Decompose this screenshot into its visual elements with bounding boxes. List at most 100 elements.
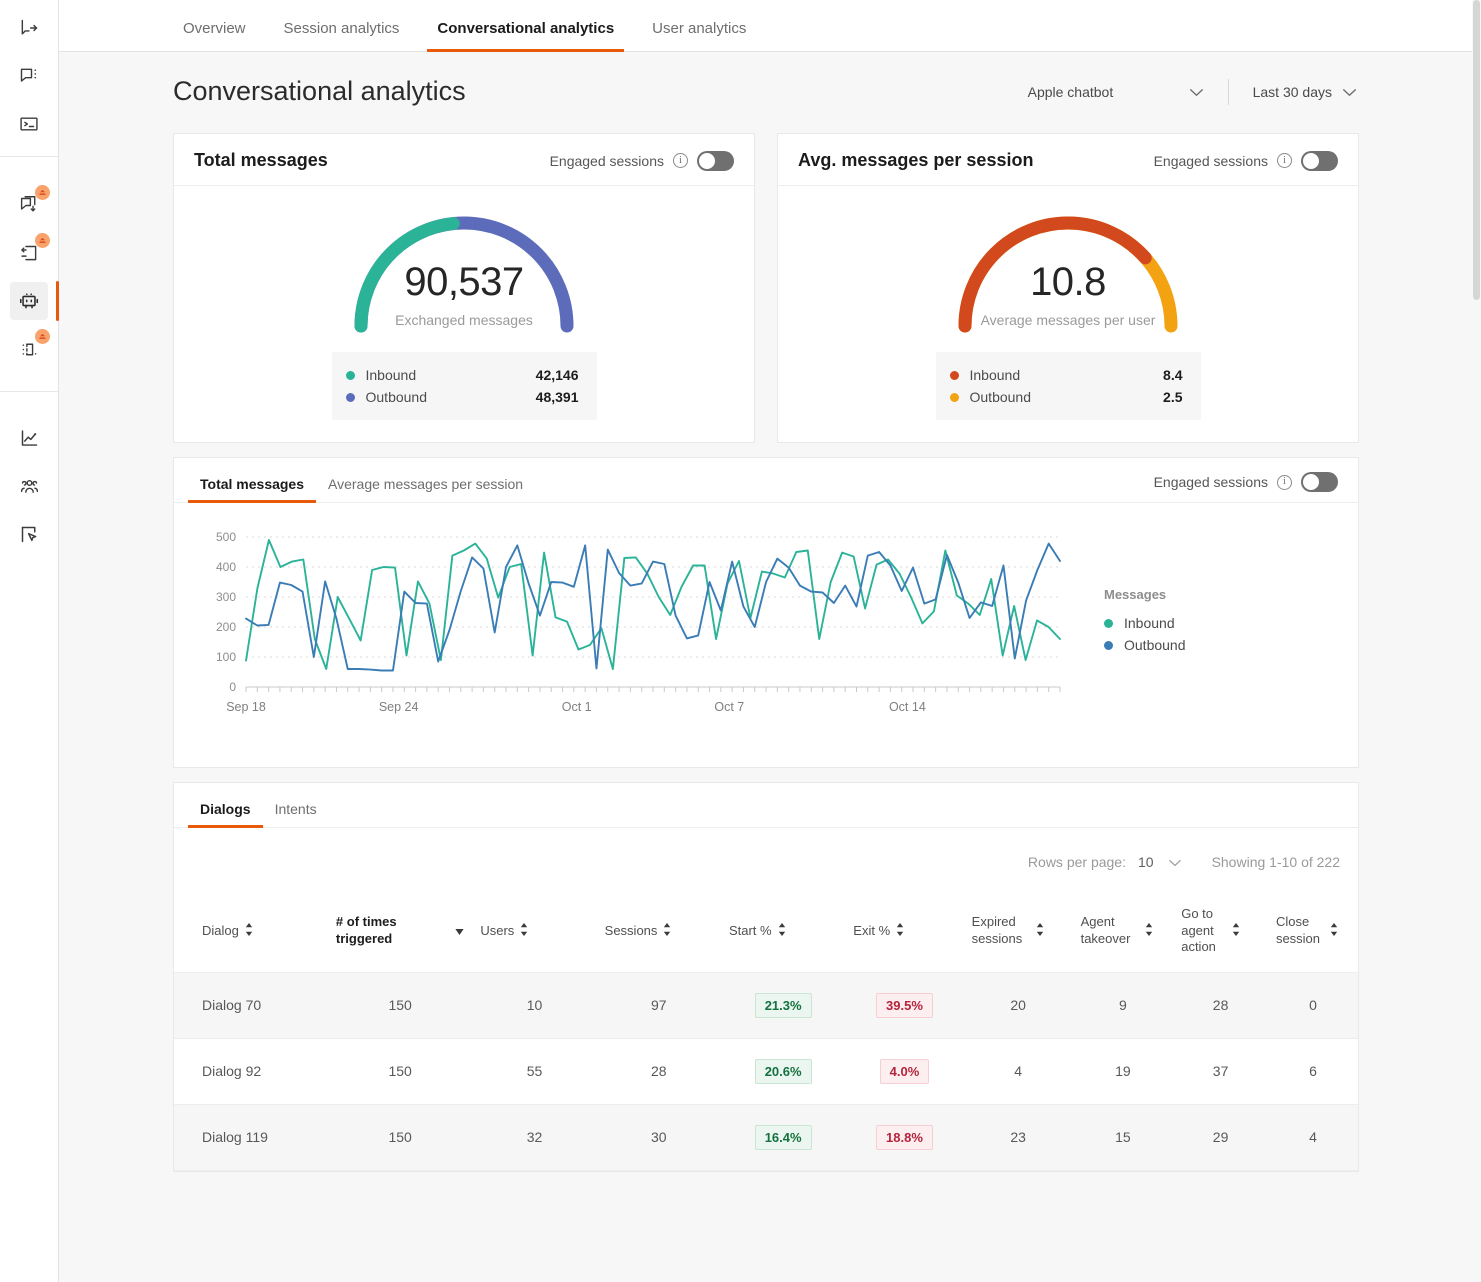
- cell-close-session: 4: [1268, 1104, 1358, 1170]
- legend-value: 2.5: [1163, 389, 1182, 405]
- th-times-triggered[interactable]: # of times triggered: [328, 892, 472, 972]
- cell-times-triggered: 150: [328, 972, 472, 1038]
- cell-start-pct: 16.4%: [721, 1104, 845, 1170]
- svg-text:Oct 1: Oct 1: [562, 700, 592, 714]
- engaged-sessions-toggle[interactable]: [697, 151, 734, 171]
- svg-text:0: 0: [229, 680, 236, 694]
- terminal-icon[interactable]: [10, 105, 48, 143]
- header-divider: [1228, 79, 1229, 105]
- tab-total-messages[interactable]: Total messages: [188, 458, 316, 502]
- engaged-sessions-control: Engaged sessions i: [1154, 151, 1338, 171]
- th-label: Users: [480, 923, 514, 940]
- rows-per-page-value[interactable]: 10: [1138, 854, 1154, 870]
- info-icon[interactable]: i: [1277, 475, 1292, 490]
- legend-item-inbound[interactable]: Inbound: [1104, 612, 1186, 634]
- chevron-down-icon: [1189, 84, 1204, 100]
- gauge-subtitle: Exchanged messages: [339, 312, 589, 328]
- tab-user-analytics[interactable]: User analytics: [642, 20, 756, 51]
- legend-item-outbound[interactable]: Outbound: [1104, 634, 1186, 656]
- sort-updown-icon: [245, 923, 253, 939]
- sort-updown-icon: [1036, 923, 1044, 939]
- entity-import-icon[interactable]: [10, 234, 48, 272]
- card-body: 10.8 Average messages per user Inbound 8…: [778, 186, 1358, 442]
- analytics-chart-icon[interactable]: [10, 419, 48, 457]
- table-tabs: Dialogs Intents: [174, 783, 1358, 828]
- th-start-pct[interactable]: Start %: [721, 892, 845, 972]
- cell-agent-takeover: 15: [1073, 1104, 1174, 1170]
- page-scrollbar[interactable]: [1472, 0, 1481, 1282]
- th-agent-takeover[interactable]: Agent takeover: [1073, 892, 1174, 972]
- cell-users: 55: [472, 1038, 596, 1104]
- svg-text:Sep 18: Sep 18: [226, 700, 266, 714]
- date-range-selector[interactable]: Last 30 days: [1251, 80, 1359, 104]
- cell-exit-pct: 4.0%: [845, 1038, 963, 1104]
- th-label: Dialog: [202, 923, 239, 940]
- legend-value: 42,146: [536, 367, 579, 383]
- left-sidebar: [0, 0, 59, 1282]
- th-sessions[interactable]: Sessions: [597, 892, 721, 972]
- info-icon[interactable]: i: [1277, 153, 1292, 168]
- exit-pct-badge: 18.8%: [876, 1125, 933, 1150]
- legend-label: Inbound: [1124, 615, 1175, 631]
- svg-text:100: 100: [216, 650, 236, 664]
- sort-updown-icon: [520, 923, 528, 939]
- upload-badge-icon: [35, 185, 50, 200]
- legend-label: Inbound: [970, 367, 1164, 383]
- scrollbar-thumb[interactable]: [1473, 0, 1480, 300]
- th-label: Expired sessions: [972, 914, 1030, 947]
- svg-text:Sep 24: Sep 24: [379, 700, 419, 714]
- page-content: Conversational analytics Apple chatbot L…: [59, 52, 1481, 1282]
- node-import-icon[interactable]: [10, 330, 48, 368]
- th-dialog[interactable]: Dialog: [174, 892, 328, 972]
- tab-overview[interactable]: Overview: [173, 20, 256, 51]
- engaged-sessions-control: Engaged sessions i: [1154, 472, 1338, 502]
- th-label: Sessions: [605, 923, 658, 940]
- engaged-sessions-toggle[interactable]: [1301, 151, 1338, 171]
- th-label: Exit %: [853, 923, 890, 940]
- legend-value: 48,391: [536, 389, 579, 405]
- cell-exit-pct: 18.8%: [845, 1104, 963, 1170]
- cell-go-to-agent-action: 28: [1173, 972, 1268, 1038]
- tab-session-analytics[interactable]: Session analytics: [274, 20, 410, 51]
- svg-text:Oct 7: Oct 7: [714, 700, 744, 714]
- legend-item-inbound: Inbound 42,146: [346, 364, 579, 386]
- chart-panel-header: Total messages Average messages per sess…: [174, 458, 1358, 503]
- tab-intents[interactable]: Intents: [263, 783, 329, 827]
- date-range-value: Last 30 days: [1253, 84, 1332, 100]
- engaged-sessions-toggle[interactable]: [1301, 472, 1338, 492]
- tab-conversational-analytics[interactable]: Conversational analytics: [427, 20, 624, 51]
- th-users[interactable]: Users: [472, 892, 596, 972]
- th-close-session[interactable]: Close session: [1268, 892, 1358, 972]
- gauge-value: 90,537: [339, 262, 589, 302]
- table-row[interactable]: Dialog 92 150 55 28 20.6% 4.0% 4 19 37 6: [174, 1038, 1358, 1104]
- line-chart: 0100200300400500Sep 18Sep 24Oct 1Oct 7Oc…: [188, 529, 1068, 749]
- dialogs-import-icon[interactable]: [10, 186, 48, 224]
- table-row[interactable]: Dialog 70 150 10 97 21.3% 39.5% 20 9 28 …: [174, 972, 1358, 1038]
- start-pct-badge: 16.4%: [755, 1125, 812, 1150]
- cell-expired-sessions: 23: [964, 1104, 1073, 1170]
- cell-sessions: 97: [597, 972, 721, 1038]
- th-expired-sessions[interactable]: Expired sessions: [964, 892, 1073, 972]
- chat-options-icon[interactable]: [10, 57, 48, 95]
- share-dialog-icon[interactable]: [10, 9, 48, 47]
- th-go-to-agent-action[interactable]: Go to agent action: [1173, 892, 1268, 972]
- engaged-sessions-control: Engaged sessions i: [550, 151, 734, 171]
- table-row[interactable]: Dialog 119 150 32 30 16.4% 18.8% 23 15 2…: [174, 1104, 1358, 1170]
- tab-average-messages-per-session[interactable]: Average messages per session: [316, 458, 535, 502]
- th-exit-pct[interactable]: Exit %: [845, 892, 963, 972]
- svg-text:300: 300: [216, 590, 236, 604]
- upload-badge-icon: [35, 329, 50, 344]
- users-group-icon[interactable]: [10, 467, 48, 505]
- bot-selector[interactable]: Apple chatbot: [1026, 80, 1206, 104]
- table-pagination: Rows per page: 10 Showing 1-10 of 222: [174, 828, 1358, 892]
- sort-updown-icon: [1145, 923, 1153, 939]
- table-head: Dialog # of times triggered Users: [174, 892, 1358, 972]
- info-icon[interactable]: i: [673, 153, 688, 168]
- tab-dialogs[interactable]: Dialogs: [188, 783, 263, 827]
- chevron-down-icon[interactable]: [1168, 854, 1182, 870]
- sort-down-icon: [455, 923, 464, 938]
- flow-cursor-icon[interactable]: [10, 515, 48, 553]
- cell-dialog: Dialog 119: [174, 1104, 328, 1170]
- card-legend: Inbound 42,146 Outbound 48,391: [332, 352, 597, 420]
- sidebar-item-chatbot[interactable]: [10, 282, 48, 320]
